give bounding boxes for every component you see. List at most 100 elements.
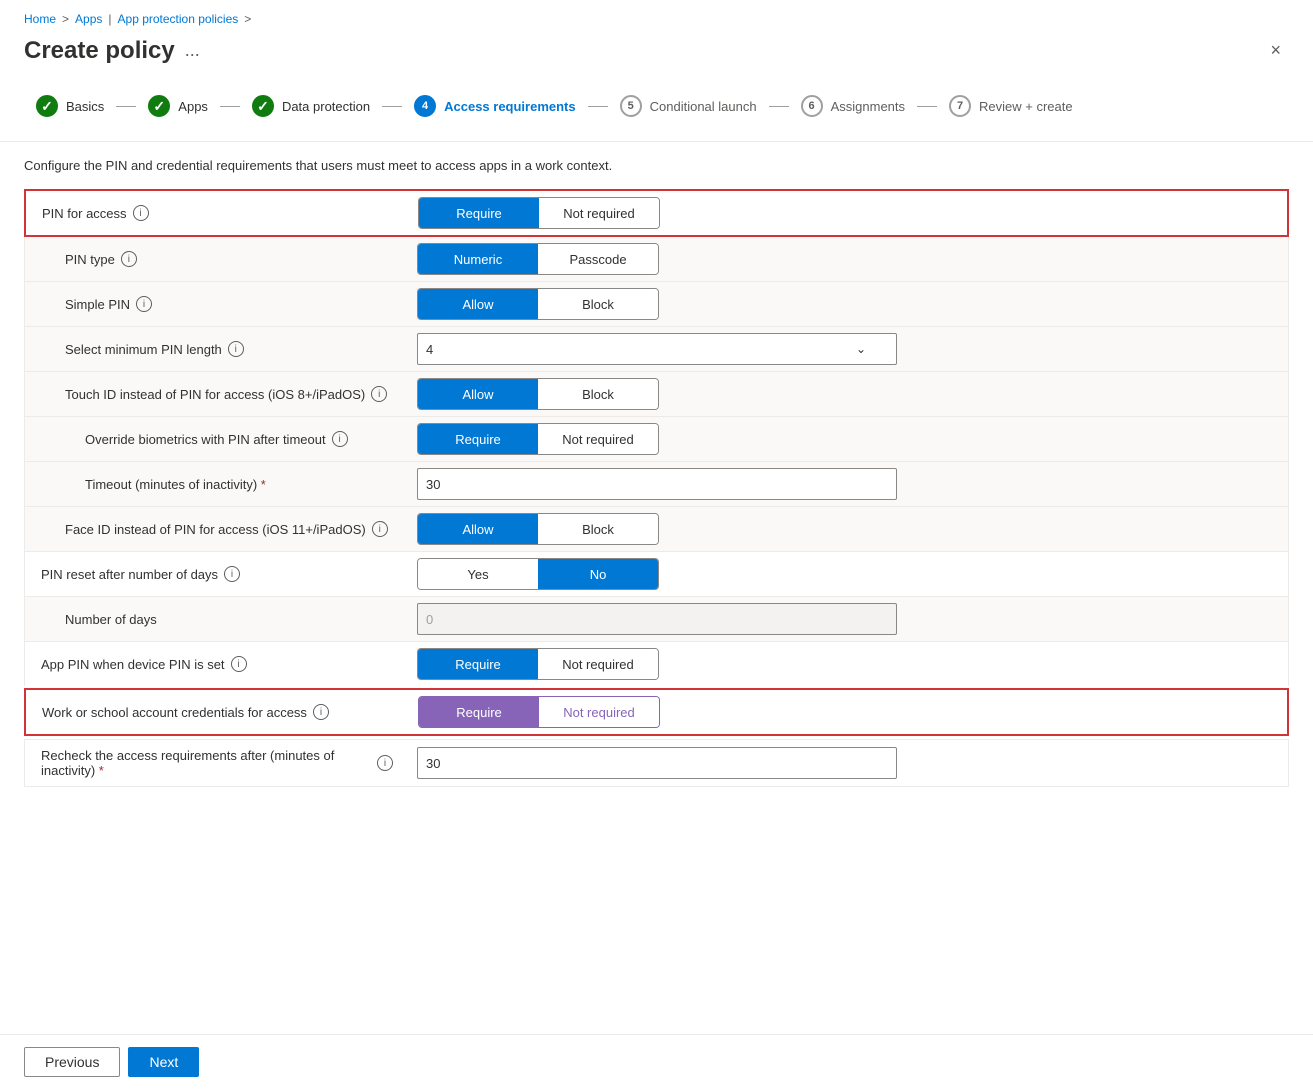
setting-label-credentials: Work or school account credentials for a… [26,696,406,728]
page-title-text: Create policy [24,37,175,65]
info-icon-pin-type[interactable]: i [121,251,137,267]
step-sep-3 [382,106,402,107]
setting-label-recheck: Recheck the access requirements after (m… [25,740,405,786]
setting-simple-pin: Simple PIN i Allow Block [24,281,1289,326]
step-review-create[interactable]: 7 Review + create [937,87,1085,125]
setting-label-pin-type: PIN type i [25,243,405,275]
dropdown-min-pin[interactable]: 4 ⌄ [417,333,897,365]
control-face-id: Allow Block [405,507,1288,551]
toggle-bio-not-required[interactable]: Not required [538,424,658,454]
setting-label-override-bio: Override biometrics with PIN after timeo… [25,423,405,455]
toggle-passcode[interactable]: Passcode [538,244,658,274]
toggle-app-pin-not-required[interactable]: Not required [538,649,658,679]
setting-touch-id: Touch ID instead of PIN for access (iOS … [24,371,1289,416]
close-button[interactable]: × [1262,36,1289,65]
setting-recheck-access: Recheck the access requirements after (m… [24,739,1289,787]
setting-label-touch-id: Touch ID instead of PIN for access (iOS … [25,378,405,410]
next-button[interactable]: Next [128,1047,199,1077]
step-apps-label: Apps [178,99,208,114]
previous-button[interactable]: Previous [24,1047,120,1077]
breadcrumb-apps[interactable]: Apps [75,12,102,26]
control-simple-pin: Allow Block [405,282,1288,326]
step-sep-6 [917,106,937,107]
toggle-simple-allow[interactable]: Allow [418,289,538,319]
toggle-pin-type: Numeric Passcode [417,243,659,275]
toggle-pin-reset-yes[interactable]: Yes [418,559,538,589]
step-sep-1 [116,106,136,107]
breadcrumb: Home > Apps | App protection policies > [0,0,1313,30]
toggle-simple-block[interactable]: Block [538,289,658,319]
setting-pin-for-access: PIN for access i Require Not required [24,189,1289,237]
step-sep-4 [588,106,608,107]
info-icon-recheck[interactable]: i [377,755,393,771]
required-star-recheck: * [99,763,104,778]
setting-number-of-days: Number of days [24,596,1289,641]
toggle-pin-require[interactable]: Require [419,198,539,228]
step-conditional-launch[interactable]: 5 Conditional launch [608,87,769,125]
info-icon-app-pin-device[interactable]: i [231,656,247,672]
input-number-days [417,603,897,635]
setting-work-school-credentials: Work or school account credentials for a… [24,688,1289,736]
step-data-protection-label: Data protection [282,99,370,114]
info-icon-touch-id[interactable]: i [371,386,387,402]
control-credentials: Require Not required [406,690,1287,734]
setting-label-min-pin: Select minimum PIN length i [25,333,405,365]
info-icon-credentials[interactable]: i [313,704,329,720]
step-assignments[interactable]: 6 Assignments [789,87,917,125]
info-icon-face-id[interactable]: i [372,521,388,537]
toggle-app-pin-require[interactable]: Require [418,649,538,679]
toggle-cred-require[interactable]: Require [419,697,539,727]
breadcrumb-sep1: > [62,12,69,26]
setting-timeout: Timeout (minutes of inactivity) * [24,461,1289,506]
toggle-app-pin-device: Require Not required [417,648,659,680]
page-title-dots: ... [185,40,200,61]
toggle-face-block[interactable]: Block [538,514,658,544]
info-icon-override-bio[interactable]: i [332,431,348,447]
info-icon-min-pin[interactable]: i [228,341,244,357]
step-apps[interactable]: ✓ Apps [136,87,220,125]
info-icon-simple-pin[interactable]: i [136,296,152,312]
toggle-cred-not-required[interactable]: Not required [539,697,659,727]
toggle-pin-reset-no[interactable]: No [538,559,658,589]
step-basics[interactable]: ✓ Basics [24,87,116,125]
step-assignments-circle: 6 [801,95,823,117]
setting-label-timeout: Timeout (minutes of inactivity) * [25,469,405,500]
toggle-bio-require[interactable]: Require [418,424,538,454]
breadcrumb-pipe: | [108,12,111,26]
setting-label-number-days: Number of days [25,604,405,635]
content-area: Configure the PIN and credential require… [0,142,1313,811]
input-recheck[interactable] [417,747,897,779]
step-sep-5 [769,106,789,107]
page-title: Create policy ... [24,37,200,65]
toggle-touch-id: Allow Block [417,378,659,410]
control-touch-id: Allow Block [405,372,1288,416]
page-description: Configure the PIN and credential require… [24,158,1289,173]
toggle-pin-not-required[interactable]: Not required [539,198,659,228]
input-timeout[interactable] [417,468,897,500]
control-pin-for-access: Require Not required [406,191,1287,235]
settings-container: PIN for access i Require Not required PI… [24,189,1289,787]
step-conditional-circle: 5 [620,95,642,117]
step-access-requirements[interactable]: 4 Access requirements [402,87,588,125]
toggle-credentials: Require Not required [418,696,660,728]
step-data-protection[interactable]: ✓ Data protection [240,87,382,125]
setting-face-id: Face ID instead of PIN for access (iOS 1… [24,506,1289,551]
step-apps-circle: ✓ [148,95,170,117]
page-header: Create policy ... × [0,30,1313,79]
breadcrumb-home[interactable]: Home [24,12,56,26]
toggle-touch-block[interactable]: Block [538,379,658,409]
step-conditional-label: Conditional launch [650,99,757,114]
step-access-circle: 4 [414,95,436,117]
toggle-touch-allow[interactable]: Allow [418,379,538,409]
setting-app-pin-device: App PIN when device PIN is set i Require… [24,641,1289,686]
info-icon-pin-for-access[interactable]: i [133,205,149,221]
setting-label-app-pin-device: App PIN when device PIN is set i [25,648,405,680]
breadcrumb-policies[interactable]: App protection policies [118,12,239,26]
toggle-face-allow[interactable]: Allow [418,514,538,544]
control-recheck [405,741,1288,785]
info-icon-pin-reset[interactable]: i [224,566,240,582]
toggle-pin-for-access: Require Not required [418,197,660,229]
wizard-steps: ✓ Basics ✓ Apps ✓ Data protection 4 Acce… [0,79,1313,142]
toggle-numeric[interactable]: Numeric [418,244,538,274]
required-star-timeout: * [261,477,266,492]
